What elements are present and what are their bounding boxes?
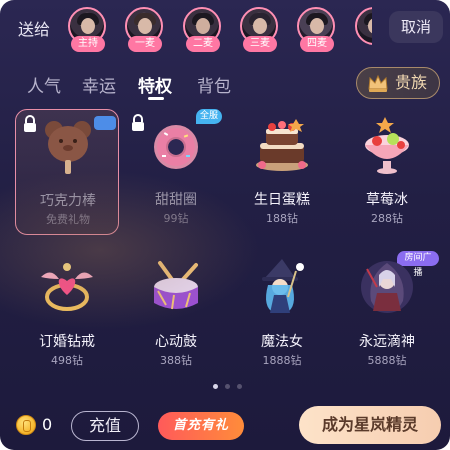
- gift-name: 草莓冰: [366, 192, 408, 208]
- page-indicator-dot: [225, 384, 230, 389]
- gift-item-strawberry-ice[interactable]: 草莓冰 288钻: [335, 109, 439, 235]
- recipient-avatar-seat-3[interactable]: 三麦: [239, 6, 281, 54]
- noble-button-label: 贵族: [395, 73, 428, 92]
- eternal-god-icon: [361, 261, 413, 313]
- strawberry-ice-icon: [365, 117, 409, 174]
- gift-price: 498钻: [51, 354, 83, 367]
- gift-name: 甜甜圈: [155, 192, 197, 208]
- tab-backpack[interactable]: 背包: [197, 72, 231, 97]
- recharge-button[interactable]: 充值: [71, 411, 139, 441]
- gift-name: 订婚钻戒: [39, 334, 95, 350]
- recipient-avatar-seat-4[interactable]: 四麦: [296, 6, 338, 54]
- gift-item-birthday-cake[interactable]: 生日蛋糕 188钻: [230, 109, 334, 235]
- gift-panel: 送给 主持 一麦 二麦 三麦 四麦 取消 人气 幸运 特权 背包 贵族 巧克力棒…: [0, 0, 450, 450]
- gift-price: 99钻: [163, 212, 189, 225]
- first-charge-gift-button[interactable]: 首充有礼: [158, 412, 244, 440]
- recipient-seat-tag: 四麦: [300, 36, 334, 52]
- heart-drum-icon: [154, 261, 198, 310]
- donut-icon: [154, 125, 198, 169]
- gift-item-magic-girl[interactable]: 魔法女 1888钻: [230, 251, 334, 377]
- recipient-avatar-host[interactable]: 主持: [67, 6, 109, 54]
- become-spirit-button[interactable]: 成为星岚精灵: [299, 406, 441, 444]
- lock-icon: [24, 115, 36, 132]
- recipient-avatar-seat-1[interactable]: 一麦: [124, 6, 166, 54]
- gift-item-donut[interactable]: 全服 甜甜圈 99钻: [124, 109, 228, 235]
- gift-item-eternal-god[interactable]: 房间广播 永远滴神 5888钻: [335, 251, 439, 377]
- recipient-avatar-seat-2[interactable]: 二麦: [182, 6, 224, 54]
- recipient-seat-tag: 主持: [71, 36, 105, 52]
- gift-price: 5888钻: [367, 354, 407, 367]
- recipient-seat-tag: 三麦: [243, 36, 277, 52]
- tab-popular[interactable]: 人气: [27, 72, 61, 97]
- gift-name: 生日蛋糕: [254, 192, 310, 208]
- recipient-seat-tag: 一麦: [128, 36, 162, 52]
- gift-name: 巧克力棒: [40, 193, 96, 209]
- gift-price: 免费礼物: [46, 213, 90, 226]
- gift-item-heart-drum[interactable]: 心动鼓 388钻: [124, 251, 228, 377]
- gift-name: 永远滴神: [359, 334, 415, 350]
- recipient-seat-tag: 二麦: [186, 36, 220, 52]
- active-tab-indicator: [148, 97, 164, 100]
- gift-name: 心动鼓: [155, 334, 197, 350]
- balance-amount: 0: [42, 415, 53, 434]
- recipient-avatar-seat-5[interactable]: [354, 6, 372, 54]
- gift-name: 魔法女: [261, 334, 303, 350]
- gift-price: 1888钻: [262, 354, 302, 367]
- avatar: [355, 7, 372, 45]
- crown-icon: [368, 74, 388, 92]
- gift-price: 288钻: [371, 212, 403, 225]
- diamond-coin-icon: [16, 415, 36, 435]
- lock-icon: [132, 114, 144, 131]
- cancel-button[interactable]: 取消: [389, 11, 443, 43]
- gift-price: 188钻: [266, 212, 298, 225]
- gift-item-engagement-ring[interactable]: 订婚钻戒 498钻: [15, 251, 119, 377]
- tab-privilege[interactable]: 特权: [138, 72, 172, 97]
- gift-price: 388钻: [160, 354, 192, 367]
- magic-girl-icon: [262, 259, 304, 313]
- page-indicator-dot: [237, 384, 242, 389]
- engagement-ring-icon: [41, 263, 93, 311]
- gift-item-chocolate-bar[interactable]: 巧克力棒 免费礼物: [15, 109, 119, 235]
- birthday-cake-icon: [256, 119, 308, 171]
- chocolate-bear-bar-icon: [45, 121, 91, 174]
- tab-lucky[interactable]: 幸运: [82, 72, 116, 97]
- noble-button[interactable]: 贵族: [356, 67, 440, 99]
- send-to-label: 送给: [18, 20, 51, 39]
- page-indicator-dot-active: [213, 384, 218, 389]
